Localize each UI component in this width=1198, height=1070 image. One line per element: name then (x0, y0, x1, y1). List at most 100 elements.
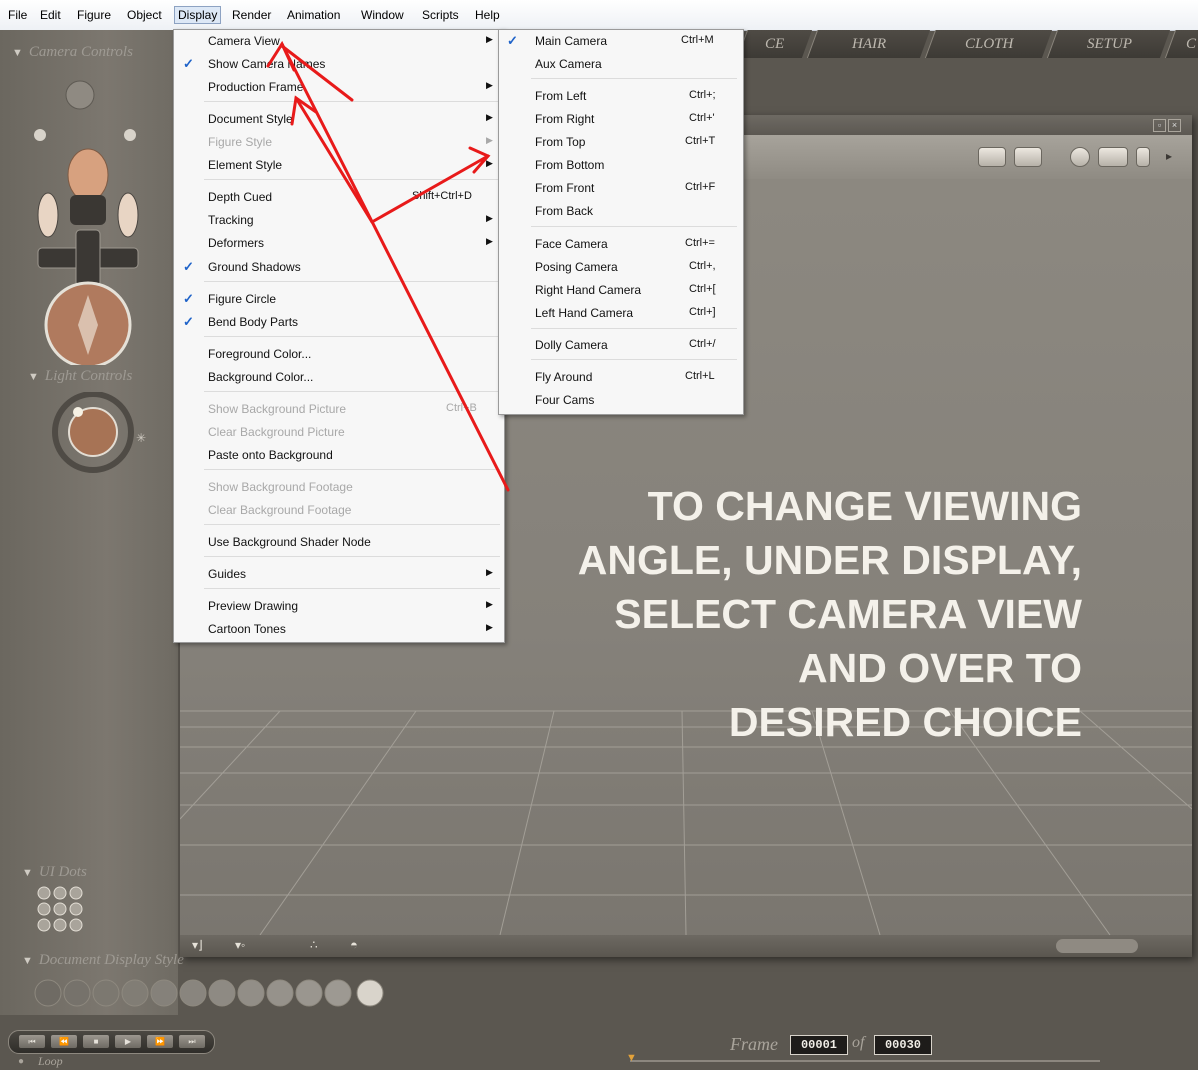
menu-item-figure-style[interactable]: Figure Style ▶ (174, 131, 504, 153)
menu-file[interactable]: File (5, 7, 30, 23)
render-icon[interactable] (978, 147, 1006, 167)
menu-animation[interactable]: Animation (284, 7, 343, 23)
menu-item-clear-background-picture[interactable]: Clear Background Picture (174, 421, 504, 443)
move-y-cross-icon[interactable] (75, 229, 101, 287)
total-frames-field[interactable]: 00030 (874, 1035, 932, 1055)
menu-item-figure-circle[interactable]: ✓ Figure Circle (174, 288, 504, 310)
ui-dot[interactable] (53, 902, 67, 916)
menu-item-use-background-shader-node[interactable]: Use Background Shader Node (174, 531, 504, 553)
dots-icon[interactable]: ∴ (310, 938, 318, 952)
menu-item-background-color[interactable]: Background Color... (174, 366, 504, 388)
style-texture-shaded-icon[interactable] (356, 979, 384, 1007)
ui-dot[interactable] (37, 886, 51, 900)
menu-item-document-style[interactable]: Document Style ▶ (174, 108, 504, 130)
style-outline-icon[interactable] (63, 979, 91, 1007)
menu-item-depth-cued[interactable]: Depth Cued Shift+Ctrl+D (174, 186, 504, 208)
preview-icon[interactable] (1014, 147, 1042, 167)
menu-item-guides[interactable]: Guides ▶ (174, 563, 504, 585)
ui-dot[interactable] (69, 886, 83, 900)
menu-item-clear-background-footage[interactable]: Clear Background Footage (174, 499, 504, 521)
style-silhouette-icon[interactable] (34, 979, 62, 1007)
menu-display[interactable]: Display (174, 6, 222, 24)
style-lit-wireframe-icon[interactable] (150, 979, 178, 1007)
close-icon[interactable]: × (1168, 119, 1181, 132)
style-cartoon-icon[interactable] (237, 979, 265, 1007)
camera-controls-widget[interactable] (10, 65, 170, 365)
menu-item-from-left[interactable]: From Left Ctrl+; (499, 85, 743, 107)
ui-dot[interactable] (69, 902, 83, 916)
translate-icon[interactable] (1098, 147, 1128, 167)
menu-item-from-right[interactable]: From Right Ctrl+' (499, 108, 743, 130)
menu-item-foreground-color[interactable]: Foreground Color... (174, 343, 504, 365)
menu-item-tracking[interactable]: Tracking ▶ (174, 209, 504, 231)
tab-hair[interactable]: HAIR (806, 30, 931, 58)
menu-item-dolly-camera[interactable]: Dolly Camera Ctrl+/ (499, 334, 743, 356)
menu-item-show-camera-names[interactable]: ✓ Show Camera Names (174, 53, 504, 75)
light-controls-header[interactable]: ▼ Light Controls (28, 368, 132, 385)
rotate-hand-icon[interactable] (65, 80, 95, 110)
menu-item-from-top[interactable]: From Top Ctrl+T (499, 131, 743, 153)
stop-icon[interactable]: ■ (83, 1035, 109, 1048)
step-forward-icon[interactable]: ⏩ (147, 1035, 173, 1048)
menu-item-deformers[interactable]: Deformers ▶ (174, 232, 504, 254)
menu-item-bend-body-parts[interactable]: ✓ Bend Body Parts (174, 311, 504, 333)
ui-dots-grid[interactable] (36, 885, 96, 935)
tab-content[interactable]: C (1164, 30, 1198, 58)
ground-icon[interactable]: ◓ (350, 937, 358, 952)
menu-item-paste-onto-background[interactable]: Paste onto Background (174, 444, 504, 466)
menu-item-from-bottom[interactable]: From Bottom (499, 154, 743, 176)
style-hidden-line-icon[interactable] (121, 979, 149, 1007)
ui-dot[interactable] (37, 918, 51, 932)
display-toggle-dots[interactable] (1056, 939, 1138, 953)
menu-item-four-cams[interactable]: Four Cams (499, 389, 743, 411)
ui-dot[interactable] (69, 918, 83, 932)
menu-item-from-front[interactable]: From Front Ctrl+F (499, 177, 743, 199)
style-cartoon-line-icon[interactable] (266, 979, 294, 1007)
toolbar-more-icon[interactable]: ▸ (1166, 149, 1172, 163)
style-smooth-lined-icon[interactable] (324, 979, 352, 1007)
left-hand-camera-icon[interactable] (37, 192, 59, 238)
shadow-menu-icon[interactable]: ▾⌋ (192, 938, 203, 952)
go-to-end-icon[interactable]: ⏭ (179, 1035, 205, 1048)
timeline-slider-handle-icon[interactable]: ▼ (626, 1052, 637, 1064)
menu-item-cartoon-tones[interactable]: Cartoon Tones ▶ (174, 618, 504, 640)
menu-item-show-background-picture[interactable]: Show Background Picture Ctrl+B (174, 398, 504, 420)
ui-dot[interactable] (53, 918, 67, 932)
step-back-icon[interactable]: ⏪ (51, 1035, 77, 1048)
style-smooth-shaded-icon[interactable] (295, 979, 323, 1007)
timeline-slider-track[interactable] (630, 1060, 1100, 1062)
camera-controls-header[interactable]: ▼ Camera Controls (12, 44, 133, 61)
menu-item-element-style[interactable]: Element Style ▶ (174, 154, 504, 176)
play-icon[interactable]: ▶ (115, 1035, 141, 1048)
style-flat-shaded-icon[interactable] (179, 979, 207, 1007)
menu-item-left-hand-camera[interactable]: Left Hand Camera Ctrl+] (499, 302, 743, 324)
menu-figure[interactable]: Figure (74, 7, 114, 23)
menu-item-posing-camera[interactable]: Posing Camera Ctrl+, (499, 256, 743, 278)
ui-dot[interactable] (53, 886, 67, 900)
menu-edit[interactable]: Edit (37, 7, 64, 23)
tab-cloth[interactable]: CLOTH (924, 30, 1053, 58)
light-menu-icon[interactable]: ▾◦ (235, 938, 245, 952)
menu-object[interactable]: Object (124, 7, 165, 23)
figure-icon[interactable] (1136, 147, 1150, 167)
menu-item-fly-around[interactable]: Fly Around Ctrl+L (499, 366, 743, 388)
menu-item-face-camera[interactable]: Face Camera Ctrl+= (499, 233, 743, 255)
ui-dots-header[interactable]: ▼ UI Dots (22, 864, 87, 881)
circle-select-icon[interactable] (1070, 147, 1090, 167)
minimize-icon[interactable]: ▫ (1153, 119, 1166, 132)
face-camera-head-icon[interactable] (67, 148, 109, 202)
current-frame-field[interactable]: 00001 (790, 1035, 848, 1055)
menu-item-preview-drawing[interactable]: Preview Drawing ▶ (174, 595, 504, 617)
loop-radio-icon[interactable]: ● (18, 1056, 24, 1067)
menu-window[interactable]: Window (358, 7, 407, 23)
menu-item-show-background-footage[interactable]: Show Background Footage (174, 476, 504, 498)
menu-item-aux-camera[interactable]: Aux Camera (499, 53, 743, 75)
menu-render[interactable]: Render (229, 7, 274, 23)
menu-item-production-frame[interactable]: Production Frame ▶ (174, 76, 504, 98)
document-display-style-header[interactable]: ▼ Document Display Style (22, 952, 184, 969)
style-wireframe-icon[interactable] (92, 979, 120, 1007)
menu-item-camera-view[interactable]: Camera View ▶ (174, 30, 504, 52)
menu-scripts[interactable]: Scripts (419, 7, 462, 23)
menu-item-main-camera[interactable]: ✓ Main Camera Ctrl+M (499, 30, 743, 52)
menu-item-right-hand-camera[interactable]: Right Hand Camera Ctrl+[ (499, 279, 743, 301)
